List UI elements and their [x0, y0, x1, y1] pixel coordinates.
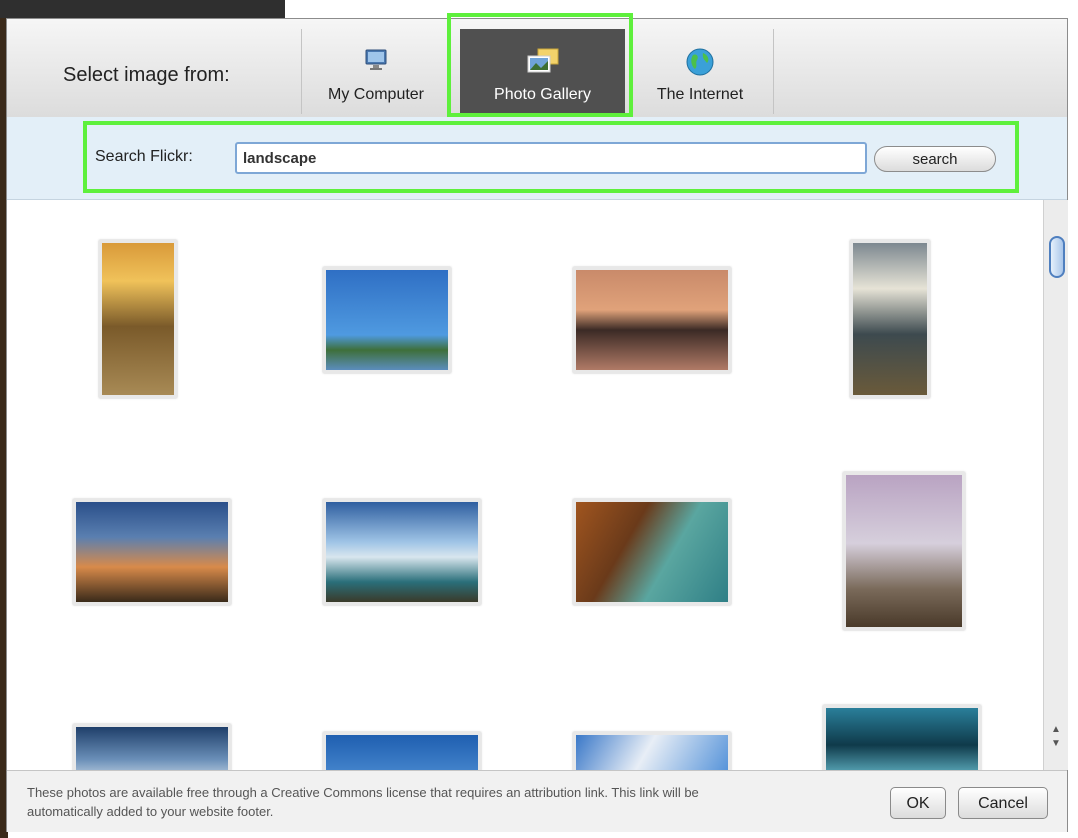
tab-the-internet[interactable]: The Internet — [629, 29, 771, 114]
cancel-button[interactable]: Cancel — [958, 787, 1048, 819]
thumbnail-image[interactable] — [323, 267, 451, 373]
thumbnail-image[interactable] — [843, 472, 965, 630]
tab-separator — [773, 29, 774, 114]
monitor-icon — [363, 47, 389, 78]
photo-gallery-grid — [7, 200, 1043, 770]
thumbnail-image[interactable] — [573, 499, 731, 605]
gallery-scrollbar[interactable]: ▲ ▼ — [1043, 200, 1068, 770]
thumbnail-image[interactable] — [73, 724, 231, 770]
tab-the-internet-label: The Internet — [656, 86, 744, 103]
tab-my-computer-label: My Computer — [327, 86, 425, 103]
scroll-up-arrow-icon[interactable]: ▲ — [1051, 724, 1061, 735]
thumbnail-image[interactable] — [323, 732, 481, 770]
thumbnail-image[interactable] — [323, 499, 481, 605]
top-background-strip — [0, 0, 285, 18]
license-note: These photos are available free through … — [27, 785, 699, 819]
search-bar: Search Flickr: search — [7, 117, 1067, 200]
thumbnail-image[interactable] — [99, 240, 177, 398]
dialog-footer: These photos are available free through … — [7, 770, 1067, 832]
thumbnail-image[interactable] — [823, 705, 981, 770]
select-from-label: Select image from: — [63, 64, 230, 86]
select-image-dialog: Select image from: My Computer Photo Gal… — [6, 13, 1068, 832]
thumbnail-image[interactable] — [573, 732, 731, 770]
thumbnail-image[interactable] — [73, 499, 231, 605]
highlight-box-tab — [447, 13, 633, 117]
tab-separator — [301, 29, 302, 114]
thumbnail-image[interactable] — [850, 240, 930, 398]
ok-button[interactable]: OK — [890, 787, 946, 819]
scroll-down-arrow-icon[interactable]: ▼ — [1051, 738, 1061, 749]
scroll-thumb[interactable] — [1049, 236, 1065, 278]
thumbnail-image[interactable] — [573, 267, 731, 373]
source-header: Select image from: My Computer Photo Gal… — [7, 13, 1067, 118]
globe-icon — [685, 47, 715, 82]
highlight-box-search — [83, 121, 1019, 193]
tab-my-computer[interactable]: My Computer — [303, 29, 449, 114]
